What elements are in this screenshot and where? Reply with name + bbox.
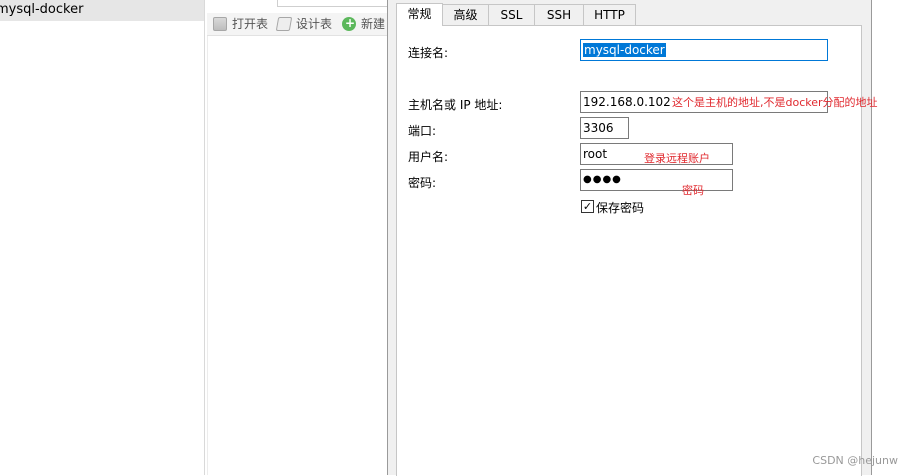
password-value: ●●●●	[583, 174, 622, 185]
new-table-button[interactable]: 新建	[342, 14, 386, 33]
connection-name-value: mysql-docker	[583, 43, 666, 57]
save-password-checkbox[interactable]: ✓	[581, 200, 594, 213]
connection-name-input[interactable]: mysql-docker	[580, 39, 828, 61]
csdn-watermark: CSDN @hejunw	[812, 454, 898, 467]
port-value: 3306	[583, 121, 614, 135]
username-label: 用户名:	[408, 150, 449, 164]
tab-advanced[interactable]: 高级	[442, 4, 489, 25]
port-label: 端口:	[408, 124, 437, 138]
general-tab-panel: 连接名: mysql-docker 主机名或 IP 地址: 192.168.0.…	[396, 25, 878, 476]
username-annotation: 登录远程账户	[644, 152, 710, 165]
tree-item-mysql-docker[interactable]: mysql-docker	[0, 0, 204, 21]
design-table-button[interactable]: 设计表	[275, 15, 333, 33]
tab-http[interactable]: HTTP	[583, 4, 636, 25]
design-table-label: 设计表	[296, 17, 333, 31]
new-table-label: 新建	[361, 17, 386, 31]
table-icon	[213, 17, 227, 31]
tab-ssl[interactable]: SSL	[488, 4, 535, 25]
save-password-label: 保存密码	[596, 201, 645, 215]
connection-tree: mysql-docker	[0, 0, 205, 475]
password-annotation: 密码	[682, 184, 704, 197]
host-label: 主机名或 IP 地址:	[408, 98, 503, 112]
host-value: 192.168.0.102	[583, 95, 671, 109]
top-strip	[277, 0, 398, 7]
username-value: root	[583, 147, 608, 161]
design-icon	[275, 17, 293, 31]
tab-ssh[interactable]: SSH	[534, 4, 584, 25]
tab-general[interactable]: 常规	[396, 3, 443, 26]
password-input[interactable]: ●●●●	[580, 169, 733, 191]
check-icon: ✓	[582, 200, 593, 213]
port-input[interactable]: 3306	[580, 117, 629, 139]
add-icon	[342, 14, 356, 32]
open-table-label: 打开表	[232, 17, 269, 31]
object-list	[207, 36, 388, 475]
open-table-button[interactable]: 打开表	[213, 15, 268, 33]
connection-dialog: 常规 高级 SSL SSH HTTP 连接名: mysql-docker 主机名…	[387, 0, 878, 476]
host-annotation: 这个是主机的地址,不是docker分配的地址	[672, 96, 878, 109]
object-toolbar: 打开表 设计表 新建	[207, 13, 397, 36]
connection-name-label: 连接名:	[408, 46, 449, 60]
password-label: 密码:	[408, 176, 437, 190]
